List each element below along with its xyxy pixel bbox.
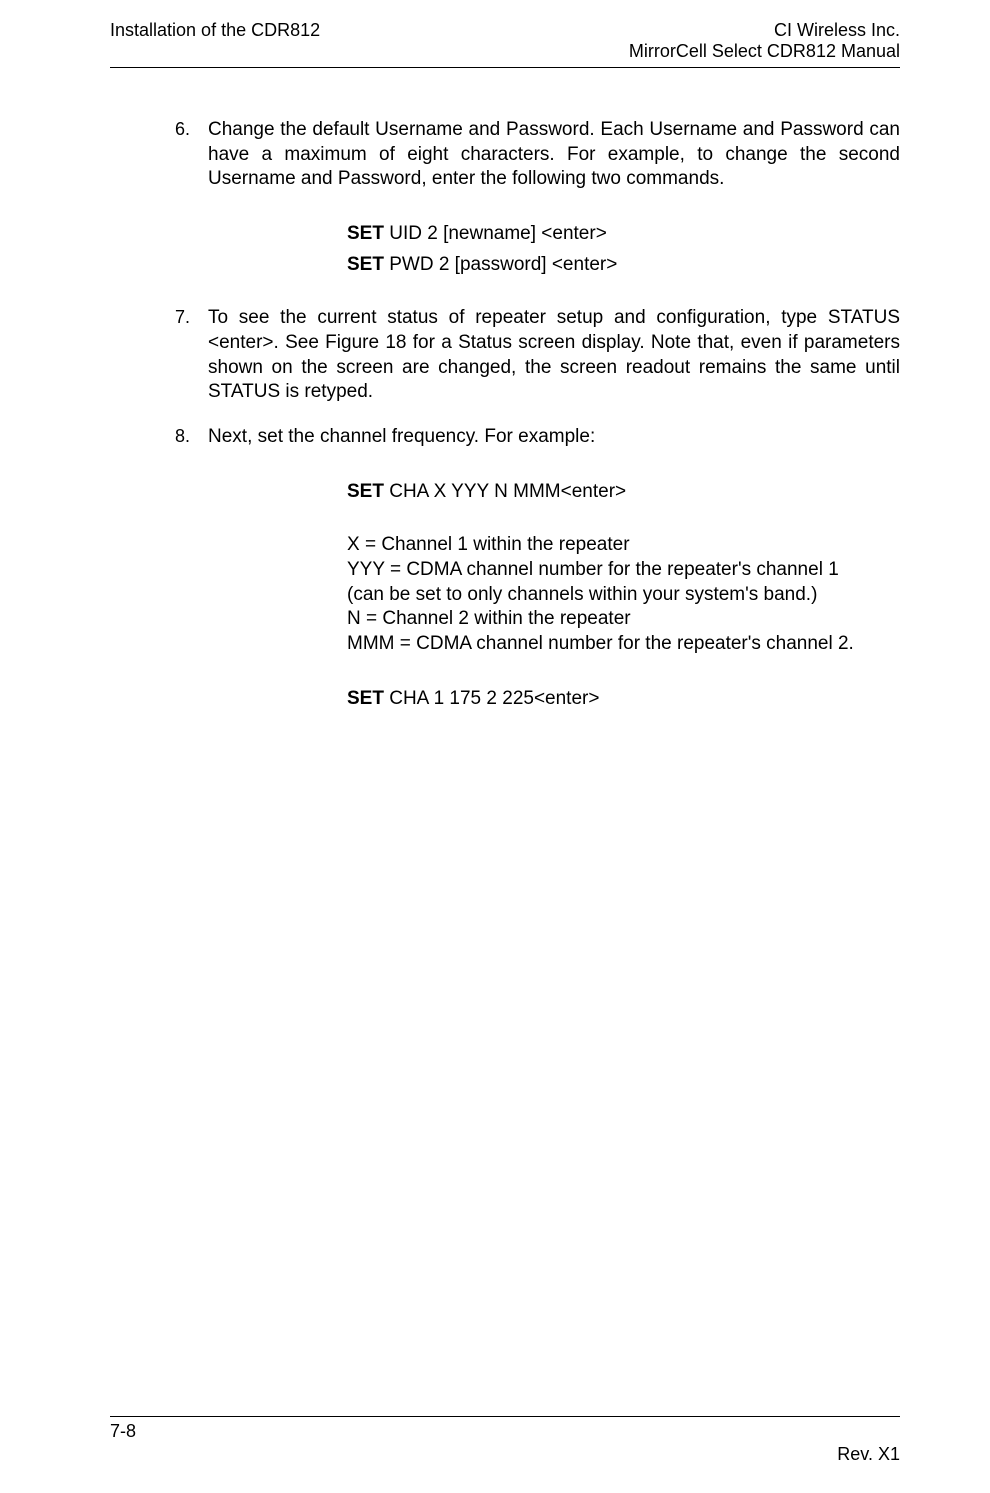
header-right: CI Wireless Inc. MirrorCell Select CDR81… (629, 20, 900, 62)
list-number: 6. (175, 118, 208, 192)
command-keyword: SET (347, 223, 384, 244)
command-keyword: SET (347, 688, 384, 709)
header-left: Installation of the CDR812 (110, 20, 320, 41)
command-line: SET UID 2 [newname] <enter> (347, 220, 900, 248)
command-args: PWD 2 [password] <enter> (384, 254, 617, 275)
page-header: Installation of the CDR812 CI Wireless I… (110, 20, 900, 68)
page-number: 7-8 (110, 1416, 900, 1442)
command-line: SET CHA X YYY N MMM<enter> (347, 478, 900, 506)
list-body-text: To see the current status of repeater se… (208, 306, 900, 405)
content-area: 6. Change the default Username and Passw… (110, 118, 900, 712)
explain-line: N = Channel 2 within the repeater (347, 607, 900, 632)
explain-line: X = Channel 1 within the repeater (347, 533, 900, 558)
explanation-block: X = Channel 1 within the repeater YYY = … (175, 533, 900, 656)
command-block: SET UID 2 [newname] <enter> SET PWD 2 [p… (175, 220, 900, 278)
command-line: SET CHA 1 175 2 225<enter> (347, 685, 900, 713)
list-number: 8. (175, 425, 208, 450)
header-manual: MirrorCell Select CDR812 Manual (629, 41, 900, 62)
header-company: CI Wireless Inc. (629, 20, 900, 41)
list-item: 8. Next, set the channel frequency. For … (175, 425, 900, 450)
command-args: UID 2 [newname] <enter> (384, 223, 607, 244)
revision-label: Rev. X1 (110, 1444, 900, 1465)
list-item: 6. Change the default Username and Passw… (175, 118, 900, 192)
page-footer: 7-8 Rev. X1 (110, 1416, 900, 1465)
command-args: CHA 1 175 2 225<enter> (384, 688, 600, 709)
explain-line: (can be set to only channels within your… (347, 583, 900, 608)
list-item: 7. To see the current status of repeater… (175, 306, 900, 405)
command-line: SET PWD 2 [password] <enter> (347, 251, 900, 279)
list-body-text: Next, set the channel frequency. For exa… (208, 425, 900, 450)
command-keyword: SET (347, 481, 384, 502)
command-block: SET CHA 1 175 2 225<enter> (175, 685, 900, 713)
command-block: SET CHA X YYY N MMM<enter> (175, 478, 900, 506)
list-number: 7. (175, 306, 208, 405)
explain-line: YYY = CDMA channel number for the repeat… (347, 558, 900, 583)
command-keyword: SET (347, 254, 384, 275)
command-args: CHA X YYY N MMM<enter> (384, 481, 626, 502)
list-body-text: Change the default Username and Password… (208, 118, 900, 192)
explain-line: MMM = CDMA channel number for the repeat… (347, 632, 900, 657)
